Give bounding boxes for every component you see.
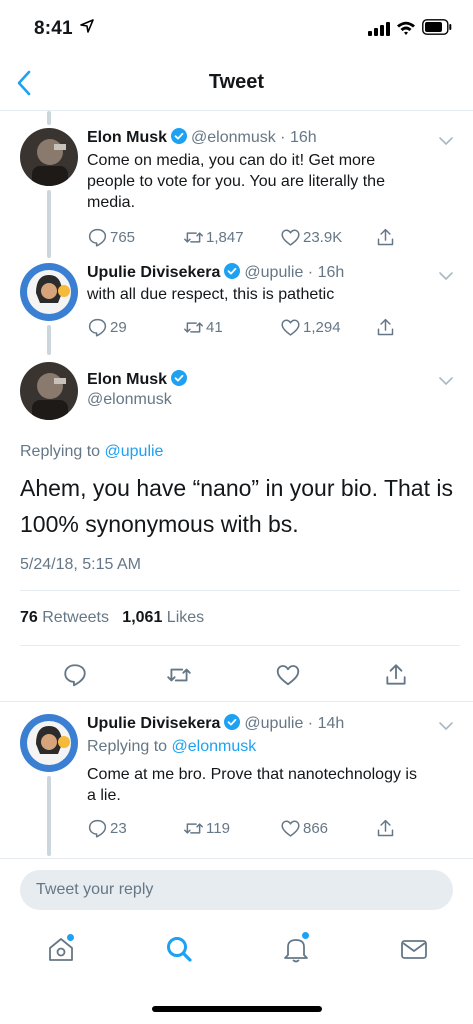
reply-icon[interactable]	[62, 662, 88, 688]
like-count: 1,294	[303, 319, 341, 336]
like-count: 866	[303, 820, 329, 837]
tweet-text: Come at me bro. Prove that nanotechnolog…	[87, 766, 417, 804]
avatar[interactable]	[20, 714, 78, 772]
share-icon	[377, 318, 394, 336]
author-handle[interactable]: @elonmusk	[87, 391, 172, 409]
tweet-header: Upulie Divisekera @upulie · 16h	[87, 263, 345, 281]
retweet-count: 1,847	[206, 229, 244, 246]
reply-count: 29	[110, 319, 127, 336]
share-icon	[377, 228, 394, 246]
author-name[interactable]: Elon Musk	[87, 129, 167, 146]
tweet-stats: 76 Retweets 1,061 Likes	[20, 590, 460, 646]
location-arrow-icon	[80, 19, 94, 33]
tweet-text: Ahem, you have “nano” in your bio. That …	[20, 475, 453, 537]
share-action[interactable]	[375, 227, 398, 248]
thread-line	[47, 190, 51, 258]
thread-line	[47, 111, 51, 125]
verified-badge-icon	[171, 128, 188, 144]
verified-badge-icon	[224, 714, 241, 730]
reply-count: 23	[110, 820, 127, 837]
tweet-text: Come on media, you can do it! Get more p…	[87, 152, 385, 211]
main-action-bar	[0, 646, 473, 702]
reply-action[interactable]: 29	[87, 317, 127, 338]
like-icon	[281, 319, 300, 336]
tweet-timestamp: 5/24/18, 5:15 AM	[20, 556, 141, 573]
tweet-text: with all due respect, this is pathetic	[87, 286, 335, 303]
tweet-time: 16h	[289, 129, 317, 146]
verified-badge-icon	[171, 370, 188, 386]
caret-down-icon[interactable]	[438, 271, 454, 281]
retweets-stat[interactable]: 76 Retweets	[20, 609, 109, 626]
share-icon[interactable]	[383, 662, 409, 688]
tweet-time: 16h	[317, 264, 345, 281]
reply-composer	[0, 858, 473, 922]
thread-line	[47, 776, 51, 856]
like-icon	[281, 820, 300, 837]
author-handle[interactable]: @elonmusk	[191, 129, 276, 146]
retweet-count: 41	[206, 319, 223, 336]
retweet-icon[interactable]	[166, 662, 192, 688]
caret-down-icon[interactable]	[438, 136, 454, 146]
mention-link[interactable]: @elonmusk	[172, 738, 257, 755]
caret-down-icon[interactable]	[438, 721, 454, 731]
tweet-header: Upulie Divisekera @upulie · 14h	[87, 714, 345, 732]
author-name[interactable]: Upulie Divisekera	[87, 715, 220, 732]
home-indicator	[152, 1006, 322, 1012]
notifications-unread-dot	[302, 932, 309, 939]
retweet-icon	[184, 322, 203, 333]
retweet-icon	[184, 823, 203, 834]
share-action[interactable]	[375, 317, 398, 338]
like-icon	[281, 229, 300, 246]
page-title: Tweet	[208, 71, 265, 93]
avatar[interactable]	[20, 362, 78, 420]
author-name[interactable]: Upulie Divisekera	[87, 264, 220, 281]
reply-icon	[88, 228, 107, 247]
messages-icon[interactable]	[399, 934, 429, 964]
retweet-action[interactable]: 119	[183, 818, 230, 839]
mention-link[interactable]: @upulie	[105, 443, 164, 460]
like-action[interactable]: 23.9K	[280, 227, 342, 248]
replying-to: Replying to @elonmusk	[87, 738, 257, 755]
like-icon[interactable]	[275, 662, 301, 688]
home-unread-dot	[67, 934, 74, 941]
reply-action[interactable]: 765	[87, 227, 135, 248]
author-name: Elon Musk	[87, 370, 191, 389]
reply-count: 765	[110, 229, 136, 246]
status-time: 8:41	[34, 18, 73, 39]
retweet-action[interactable]: 1,847	[183, 227, 244, 248]
avatar[interactable]	[20, 263, 78, 321]
reply-action[interactable]: 23	[87, 818, 127, 839]
like-action[interactable]: 1,294	[280, 317, 341, 338]
status-bar: 8:41	[0, 0, 473, 54]
verified-badge-icon	[224, 263, 241, 279]
share-action[interactable]	[375, 818, 398, 839]
retweet-icon	[184, 232, 203, 243]
reply-icon	[88, 318, 107, 337]
replying-to: Replying to @upulie	[20, 443, 164, 460]
cellular-signal-icon	[368, 22, 390, 36]
tweet-reply-input[interactable]	[20, 870, 453, 910]
share-icon	[377, 819, 394, 837]
likes-stat[interactable]: 1,061 Likes	[122, 609, 204, 626]
nav-bar: Tweet	[0, 54, 473, 111]
retweet-action[interactable]: 41	[183, 317, 223, 338]
tweet-time: 14h	[317, 715, 345, 732]
thread-line	[47, 325, 51, 355]
caret-down-icon[interactable]	[438, 376, 454, 386]
author-handle[interactable]: @upulie	[244, 715, 303, 732]
retweet-count: 119	[206, 820, 230, 837]
wifi-icon	[397, 21, 415, 35]
like-count: 23.9K	[303, 229, 343, 246]
reply-icon	[88, 819, 107, 838]
like-action[interactable]: 866	[280, 818, 328, 839]
tweet-header: Elon Musk @elonmusk · 16h	[87, 128, 317, 146]
search-icon[interactable]	[164, 934, 194, 964]
battery-icon	[422, 19, 452, 35]
author-handle[interactable]: @upulie	[244, 264, 303, 281]
avatar[interactable]	[20, 128, 78, 186]
